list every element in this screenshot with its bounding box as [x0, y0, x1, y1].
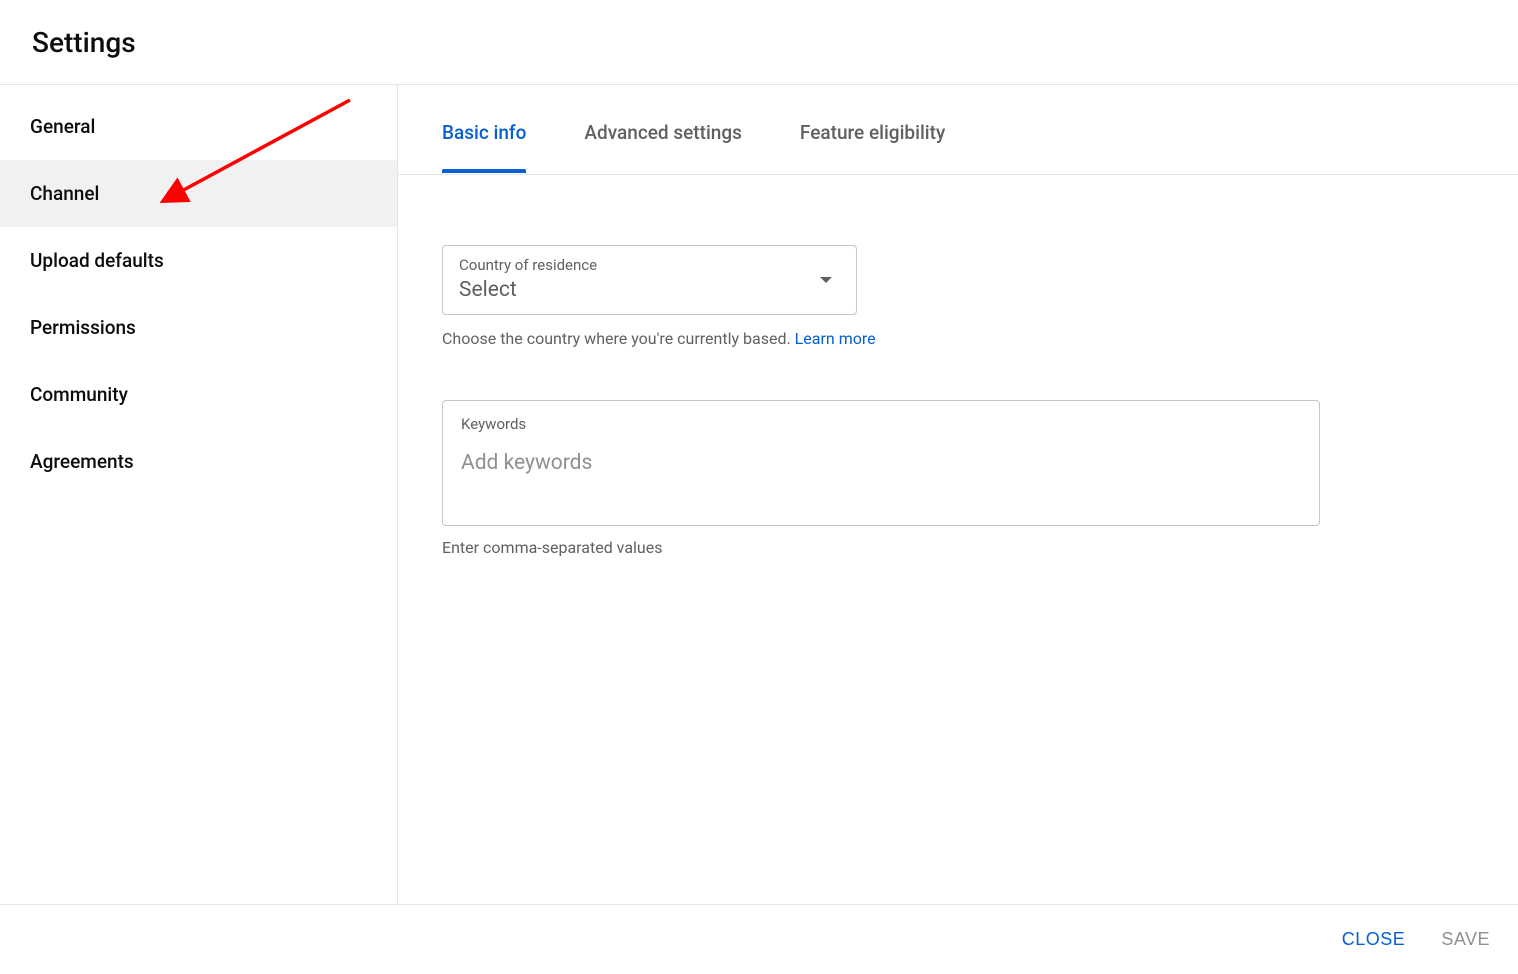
- country-select-label: Country of residence: [459, 256, 597, 274]
- learn-more-link[interactable]: Learn more: [795, 329, 876, 348]
- close-button[interactable]: CLOSE: [1338, 921, 1410, 958]
- keywords-input[interactable]: Keywords Add keywords: [442, 400, 1320, 526]
- sidebar-item-label: General: [30, 115, 95, 138]
- caret-down-icon: [820, 277, 832, 283]
- dialog-body: General Channel Upload defaults Permissi…: [0, 85, 1518, 904]
- country-select[interactable]: Country of residence Select: [442, 245, 857, 315]
- country-select-value: Select: [459, 278, 517, 302]
- select-text-wrap: Country of residence Select: [459, 256, 597, 302]
- dialog-header: Settings: [0, 0, 1518, 85]
- sidebar-item-permissions[interactable]: Permissions: [0, 294, 397, 361]
- sidebar-item-label: Permissions: [30, 316, 136, 339]
- tab-panel-basic-info: Country of residence Select Choose the c…: [398, 175, 1518, 601]
- keywords-label: Keywords: [461, 415, 1301, 433]
- tab-feature-eligibility[interactable]: Feature eligibility: [800, 121, 945, 172]
- sidebar-item-label: Upload defaults: [30, 249, 164, 272]
- tab-label: Feature eligibility: [800, 121, 945, 144]
- tab-basic-info[interactable]: Basic info: [442, 121, 526, 172]
- tabs-bar: Basic info Advanced settings Feature eli…: [398, 85, 1518, 175]
- tab-advanced-settings[interactable]: Advanced settings: [584, 121, 742, 172]
- settings-content: Basic info Advanced settings Feature eli…: [398, 85, 1518, 904]
- keywords-helper-text: Enter comma-separated values: [442, 538, 1474, 557]
- settings-sidebar: General Channel Upload defaults Permissi…: [0, 85, 398, 904]
- sidebar-item-community[interactable]: Community: [0, 361, 397, 428]
- sidebar-item-label: Community: [30, 383, 128, 406]
- sidebar-item-upload-defaults[interactable]: Upload defaults: [0, 227, 397, 294]
- sidebar-item-channel[interactable]: Channel: [0, 160, 397, 227]
- country-helper-message: Choose the country where you're currentl…: [442, 329, 795, 348]
- country-helper-text: Choose the country where you're currentl…: [442, 329, 1474, 348]
- dialog-footer: CLOSE SAVE: [0, 904, 1518, 974]
- tab-label: Basic info: [442, 121, 526, 144]
- sidebar-item-general[interactable]: General: [0, 93, 397, 160]
- sidebar-item-agreements[interactable]: Agreements: [0, 428, 397, 495]
- save-button[interactable]: SAVE: [1437, 921, 1494, 958]
- tab-label: Advanced settings: [584, 121, 742, 144]
- page-title: Settings: [32, 26, 136, 59]
- keywords-placeholder: Add keywords: [461, 451, 592, 475]
- sidebar-item-label: Agreements: [30, 450, 134, 473]
- sidebar-item-label: Channel: [30, 182, 99, 205]
